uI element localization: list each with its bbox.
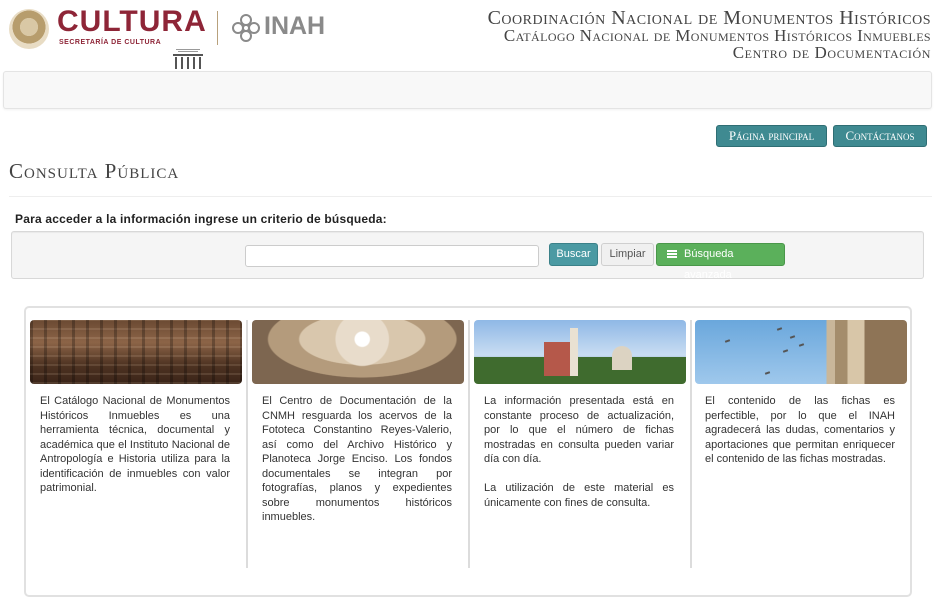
facade-image <box>30 320 242 384</box>
bird-shape <box>798 343 805 347</box>
town-church-image <box>474 320 686 384</box>
navbar <box>3 71 932 109</box>
mexico-seal-icon <box>9 9 49 49</box>
bird-shape <box>782 349 789 353</box>
info-column-updates: La información presentada está en consta… <box>474 320 686 565</box>
advanced-search-label: Búsqueda avanzada <box>684 248 734 281</box>
inah-flower-icon <box>232 14 260 42</box>
info-column-feedback: El contenido de las fichas es perfectibl… <box>695 320 907 565</box>
title-divider <box>9 196 932 197</box>
info-column-documentation: El Centro de Documentación de la CNMH re… <box>252 320 464 565</box>
info-text-catalog: El Catálogo Nacional de Monumentos Histó… <box>40 395 230 494</box>
search-prompt: Para acceder a la información ingrese un… <box>15 212 387 226</box>
column-divider <box>468 320 470 568</box>
site-header: CULTURA SECRETARÍA DE CULTURA INAH Coord… <box>0 0 935 70</box>
bird-shape <box>776 327 783 331</box>
page-title: Consulta Pública <box>9 159 180 183</box>
header-titles: Coordinación Nacional de Monumentos Hist… <box>488 8 931 61</box>
dome-shape <box>612 346 632 370</box>
info-text-feedback: El contenido de las fichas es perfectibl… <box>705 395 895 465</box>
church-shape <box>544 342 572 376</box>
birds-cathedral-image <box>695 320 907 384</box>
header-title-documentation-center: Centro de Documentación <box>732 43 931 62</box>
logo-divider <box>217 11 218 45</box>
info-text-updates: La información presentada está en consta… <box>484 394 674 510</box>
list-icon <box>667 250 677 259</box>
advanced-search-button[interactable]: Búsqueda avanzada <box>656 243 785 281</box>
bird-shape <box>789 335 796 339</box>
cnmh-building-icon <box>173 49 203 69</box>
column-divider <box>246 320 248 568</box>
header-title-coordination: Coordinación Nacional de Monumentos Hist… <box>487 7 931 29</box>
cultura-logo-subtitle: SECRETARÍA DE CULTURA <box>59 39 162 46</box>
column-divider <box>690 320 692 568</box>
info-column-catalog: El Catálogo Nacional de Monumentos Histó… <box>30 320 242 565</box>
search-button[interactable]: Buscar <box>549 243 598 266</box>
contact-button[interactable]: Contáctanos <box>833 125 927 147</box>
dome-image <box>252 320 464 384</box>
search-input[interactable] <box>245 245 539 267</box>
header-title-catalog: Catálogo Nacional de Monumentos Históric… <box>503 26 931 45</box>
inah-logo[interactable]: INAH <box>264 12 325 41</box>
info-text-updates-p1: La información presentada está en consta… <box>484 395 674 465</box>
info-text-updates-p2: La utilización de este material es única… <box>484 482 674 509</box>
clear-button[interactable]: Limpiar <box>601 243 654 266</box>
bird-shape <box>764 371 771 375</box>
bird-shape <box>724 339 731 343</box>
home-button[interactable]: Página principal <box>716 125 827 147</box>
bell-tower-shape <box>570 328 578 376</box>
cultura-logo[interactable]: CULTURA <box>57 5 207 39</box>
info-text-documentation: El Centro de Documentación de la CNMH re… <box>262 395 452 523</box>
